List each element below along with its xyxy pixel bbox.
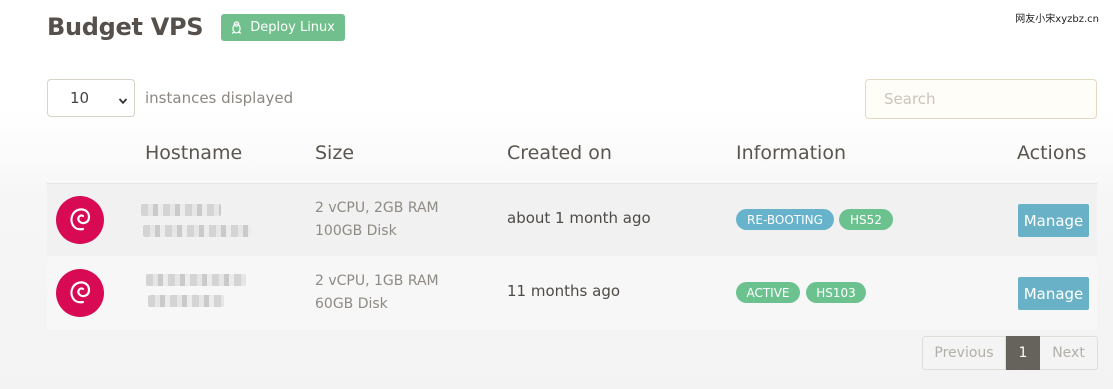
debian-icon (56, 196, 104, 244)
status-badge: RE-BOOTING (736, 209, 834, 230)
linux-penguin-icon (231, 20, 242, 34)
ip-redacted (148, 295, 224, 307)
size-spec: 2 vCPU, 2GB RAM (315, 200, 439, 216)
deploy-linux-label: Deploy Linux (250, 19, 335, 35)
next-page-button[interactable]: Next (1040, 336, 1098, 370)
hostname-redacted (141, 204, 221, 216)
table-row: 2 vCPU, 2GB RAM 100GB Disk about 1 month… (47, 184, 1097, 256)
manage-button[interactable]: Manage (1018, 277, 1089, 310)
created-date: about 1 month ago (507, 209, 651, 227)
created-date: 11 months ago (507, 282, 621, 300)
column-header-actions[interactable]: Actions (1017, 142, 1086, 164)
pagination: Previous 1 Next (922, 336, 1098, 370)
column-header-created[interactable]: Created on (507, 142, 612, 164)
page-title: Budget VPS (47, 13, 204, 41)
watermark: 网友小宋xyzbz.cn (1015, 14, 1099, 25)
chevron-down-icon (118, 92, 128, 110)
node-badge: HS103 (806, 282, 866, 303)
page-length-label: instances displayed (145, 89, 294, 107)
deploy-linux-button[interactable]: Deploy Linux (221, 13, 345, 41)
status-badge: ACTIVE (736, 282, 800, 303)
page-length-select[interactable]: 10 (47, 79, 135, 117)
previous-page-button[interactable]: Previous (922, 336, 1006, 370)
page-length-control: 10 instances displayed (47, 79, 293, 117)
column-header-information[interactable]: Information (736, 142, 846, 164)
size-spec: 2 vCPU, 1GB RAM (315, 273, 439, 289)
debian-icon (56, 269, 104, 317)
current-page-button[interactable]: 1 (1006, 336, 1040, 370)
page-length-value: 10 (70, 89, 90, 107)
disk-spec: 60GB Disk (315, 296, 388, 312)
column-header-hostname[interactable]: Hostname (145, 142, 242, 164)
manage-button[interactable]: Manage (1018, 204, 1089, 237)
node-badge: HS52 (839, 209, 893, 230)
hostname-redacted (146, 274, 246, 286)
disk-spec: 100GB Disk (315, 223, 397, 239)
ip-redacted (143, 225, 251, 237)
table-row: 2 vCPU, 1GB RAM 60GB Disk 11 months ago … (47, 257, 1097, 329)
search-input[interactable] (865, 79, 1097, 119)
column-header-size[interactable]: Size (315, 142, 354, 164)
page-header: Budget VPS Deploy Linux (47, 12, 345, 42)
